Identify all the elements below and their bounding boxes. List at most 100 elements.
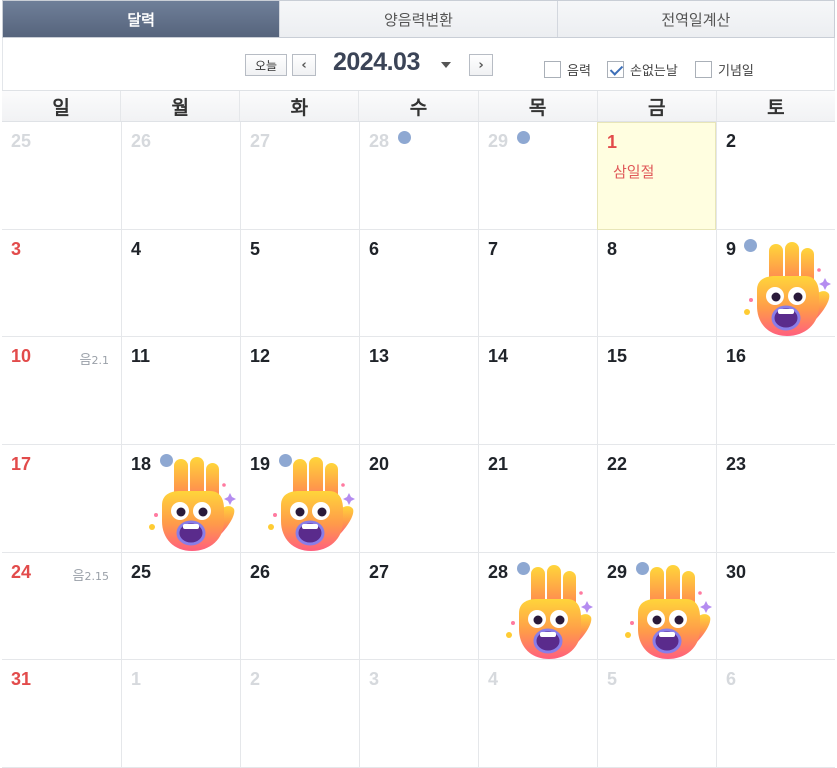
day-cell[interactable]: 7: [478, 229, 597, 338]
day-number: 12: [250, 346, 271, 367]
day-number: 26: [131, 131, 152, 151]
day-cell[interactable]: 5: [597, 660, 716, 768]
day-cell[interactable]: 27: [240, 122, 359, 230]
day-number: 26: [250, 561, 271, 582]
lunar-value: 2.15: [84, 569, 110, 583]
day-cell[interactable]: 25: [2, 122, 121, 230]
day-number: 5: [607, 669, 618, 690]
lunar-checkbox[interactable]: [544, 61, 561, 78]
weekday-fri: 금: [596, 91, 716, 121]
day-cell[interactable]: 29: [478, 122, 597, 230]
waving-hand-emoji-icon: [263, 455, 355, 553]
day-number: 4: [131, 238, 142, 259]
current-month-title[interactable]: 2024.03: [333, 48, 420, 77]
day-cell[interactable]: 18: [121, 444, 240, 553]
day-cell[interactable]: 8: [597, 229, 716, 338]
day-cell[interactable]: 29: [597, 552, 716, 661]
no-hands-day-option[interactable]: 손없는날: [607, 60, 678, 79]
day-cell[interactable]: 31: [2, 660, 121, 768]
day-cell[interactable]: 25: [121, 552, 240, 661]
day-number: 11: [131, 346, 151, 367]
day-number: 25: [131, 561, 152, 582]
tab-lunar-converter[interactable]: 양음력변환: [279, 1, 557, 37]
day-number: 22: [607, 453, 628, 474]
day-number: 6: [369, 238, 380, 259]
day-number: 21: [488, 453, 509, 474]
waving-hand-emoji-icon: [620, 563, 712, 661]
day-cell[interactable]: 12: [240, 337, 359, 445]
next-month-button[interactable]: ›: [469, 54, 493, 76]
month-calendar: 일 월 화 수 목 금 토 25 26 27 28 29 1 삼일절 2 3 4 5 6 7 8 9 10 음2…: [2, 90, 835, 768]
day-cell[interactable]: 6: [359, 229, 478, 338]
caret-down-icon[interactable]: [441, 62, 451, 68]
lunar-option[interactable]: 음력: [544, 60, 591, 79]
holiday-label: 삼일절: [613, 163, 655, 181]
day-cell[interactable]: 26: [240, 552, 359, 661]
day-cell[interactable]: 1: [121, 660, 240, 768]
day-cell[interactable]: 10 음2.1: [2, 337, 121, 445]
prev-month-button[interactable]: ‹: [292, 54, 316, 76]
day-cell[interactable]: 13: [359, 337, 478, 445]
tab-calendar[interactable]: 달력: [3, 1, 280, 37]
day-number: 1: [131, 669, 142, 690]
waving-hand-emoji-icon: [739, 240, 831, 338]
day-cell[interactable]: 27: [359, 552, 478, 661]
day-number: 31: [11, 669, 32, 690]
day-cell[interactable]: 20: [359, 444, 478, 553]
day-number: 29: [488, 131, 509, 151]
no-hands-day-checkbox[interactable]: [607, 61, 624, 78]
day-cell[interactable]: 3: [359, 660, 478, 768]
day-cell[interactable]: 6: [716, 660, 835, 768]
day-cell[interactable]: 2: [716, 122, 835, 230]
day-number: 6: [726, 669, 737, 690]
day-number: 25: [11, 131, 32, 151]
day-number: 4: [488, 669, 499, 690]
day-cell[interactable]: 28: [478, 552, 597, 661]
lunar-date: 음2.15: [73, 565, 109, 584]
day-cell[interactable]: 1 삼일절: [597, 122, 716, 230]
day-cell[interactable]: 2: [240, 660, 359, 768]
weekday-mon: 월: [120, 91, 239, 121]
calendar-toolbar: 오늘 ‹ 2024.03 › 음력 손없는날 기념일: [2, 38, 835, 90]
waving-hand-emoji-icon: [501, 563, 593, 661]
day-cell[interactable]: 24 음2.15: [2, 552, 121, 661]
day-number: 27: [369, 561, 390, 582]
day-cell[interactable]: 28: [359, 122, 478, 230]
day-cell[interactable]: 26: [121, 122, 240, 230]
day-cell[interactable]: 15: [597, 337, 716, 445]
today-button[interactable]: 오늘: [245, 54, 287, 76]
day-number: 10: [11, 346, 32, 367]
day-cell[interactable]: 17: [2, 444, 121, 553]
day-cell[interactable]: 4: [478, 660, 597, 768]
no-hands-day-dot-icon: [517, 131, 530, 144]
weekday-tue: 화: [239, 91, 358, 121]
day-cell[interactable]: 19: [240, 444, 359, 553]
tab-discharge-calculator[interactable]: 전역일계산: [556, 1, 834, 37]
day-cell[interactable]: 30: [716, 552, 835, 661]
day-number: 3: [369, 669, 380, 690]
day-cell[interactable]: 3: [2, 229, 121, 338]
day-number: 14: [488, 346, 509, 367]
day-number: 5: [250, 238, 261, 259]
day-cell[interactable]: 11: [121, 337, 240, 445]
anniversary-option[interactable]: 기념일: [695, 60, 754, 79]
day-number: 23: [726, 453, 747, 474]
day-cell[interactable]: 21: [478, 444, 597, 553]
day-number: 17: [11, 453, 32, 474]
weekday-wed: 수: [358, 91, 477, 121]
weekday-header: 일 월 화 수 목 금 토: [2, 90, 835, 122]
day-cell[interactable]: 9: [716, 229, 835, 338]
day-cell[interactable]: 23: [716, 444, 835, 553]
day-cell[interactable]: 16: [716, 337, 835, 445]
anniversary-checkbox[interactable]: [695, 61, 712, 78]
day-number: 1: [607, 132, 618, 152]
day-cell[interactable]: 14: [478, 337, 597, 445]
weekday-thu: 목: [477, 91, 597, 121]
day-number: 3: [11, 238, 22, 259]
lunar-prefix: 음: [79, 353, 92, 369]
day-cell[interactable]: 5: [240, 229, 359, 338]
day-cell[interactable]: 4: [121, 229, 240, 338]
anniversary-option-label: 기념일: [718, 64, 754, 79]
day-cell[interactable]: 22: [597, 444, 716, 553]
day-number: 8: [607, 238, 618, 259]
